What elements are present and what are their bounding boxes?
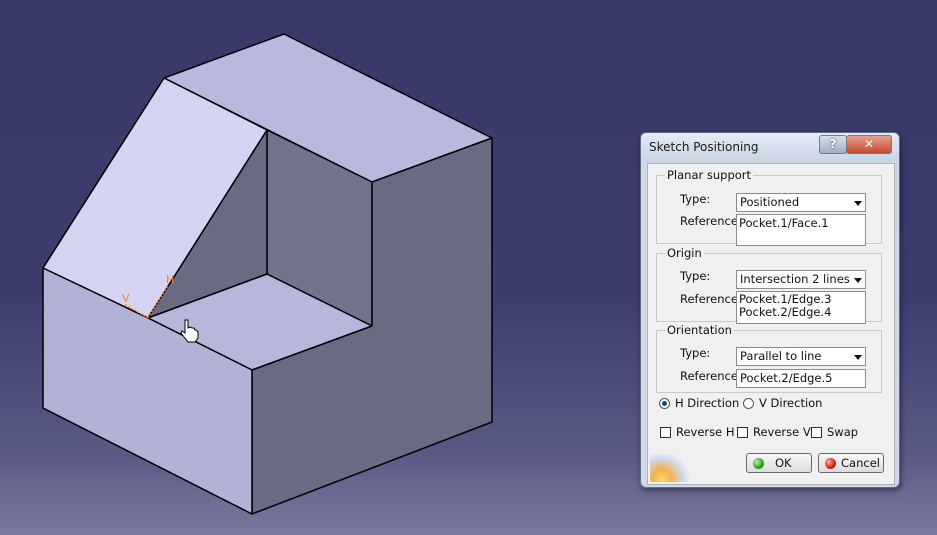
orientation-type-label: Type:: [680, 346, 711, 360]
origin-reference-list[interactable]: Pocket.1/Edge.3 Pocket.2/Edge.4: [736, 291, 866, 324]
origin-legend: Origin: [667, 246, 702, 260]
planar-support-legend: Planar support: [667, 168, 752, 182]
sketch-positioning-dialog: Sketch Positioning ? ✕ Planar support Ty…: [640, 132, 900, 488]
origin-reference-label: Reference:: [680, 292, 742, 306]
origin-reference-item[interactable]: Pocket.2/Edge.4: [739, 306, 865, 319]
close-button[interactable]: ✕: [846, 135, 892, 154]
v-direction-radio[interactable]: [743, 398, 754, 409]
orientation-legend: Orientation: [667, 323, 732, 337]
origin-type-label: Type:: [680, 269, 711, 283]
dialog-titlebar[interactable]: Sketch Positioning ? ✕: [641, 133, 899, 161]
dialog-client: Planar support Type: Positioned Referenc…: [647, 163, 895, 485]
ok-label: OK: [775, 456, 792, 470]
origin-type-combo[interactable]: Intersection 2 lines: [736, 270, 866, 289]
orientation-reference-field[interactable]: Pocket.2/Edge.5: [736, 369, 866, 388]
chevron-down-icon: [854, 355, 862, 360]
v-direction-label[interactable]: V Direction: [759, 396, 822, 410]
ok-button[interactable]: OK: [746, 453, 812, 473]
cancel-label: Cancel: [841, 456, 880, 470]
reverse-v-label[interactable]: Reverse V: [753, 425, 811, 439]
h-direction-label[interactable]: H Direction: [675, 396, 739, 410]
v-axis-label: V: [122, 292, 130, 305]
planar-type-value: Positioned: [740, 195, 800, 209]
sun-logo-icon: [650, 454, 690, 482]
part-body[interactable]: [42, 33, 493, 515]
origin-type-value: Intersection 2 lines: [740, 272, 850, 286]
h-direction-radio[interactable]: [659, 398, 670, 409]
swap-label[interactable]: Swap: [827, 425, 858, 439]
reverse-h-checkbox[interactable]: [660, 427, 671, 438]
orientation-type-combo[interactable]: Parallel to line: [736, 347, 866, 366]
orientation-type-value: Parallel to line: [740, 349, 822, 363]
planar-reference-field[interactable]: Pocket.1/Face.1: [736, 214, 866, 246]
reverse-v-checkbox[interactable]: [737, 427, 748, 438]
ok-icon: [753, 458, 764, 469]
cancel-icon: [825, 458, 836, 469]
planar-reference-value: Pocket.1/Face.1: [739, 216, 829, 230]
h-axis-label: H: [166, 273, 174, 286]
cancel-button[interactable]: Cancel: [818, 453, 884, 473]
planar-type-label: Type:: [680, 192, 711, 206]
reverse-h-label[interactable]: Reverse H: [676, 425, 735, 439]
chevron-down-icon: [854, 278, 862, 283]
help-button[interactable]: ?: [819, 135, 847, 154]
orientation-reference-label: Reference:: [680, 369, 742, 383]
orientation-reference-value: Pocket.2/Edge.5: [740, 371, 833, 385]
dialog-title: Sketch Positioning: [649, 140, 759, 154]
chevron-down-icon: [854, 201, 862, 206]
planar-reference-label: Reference:: [680, 214, 742, 228]
planar-type-combo[interactable]: Positioned: [736, 193, 866, 212]
swap-checkbox[interactable]: [811, 427, 822, 438]
